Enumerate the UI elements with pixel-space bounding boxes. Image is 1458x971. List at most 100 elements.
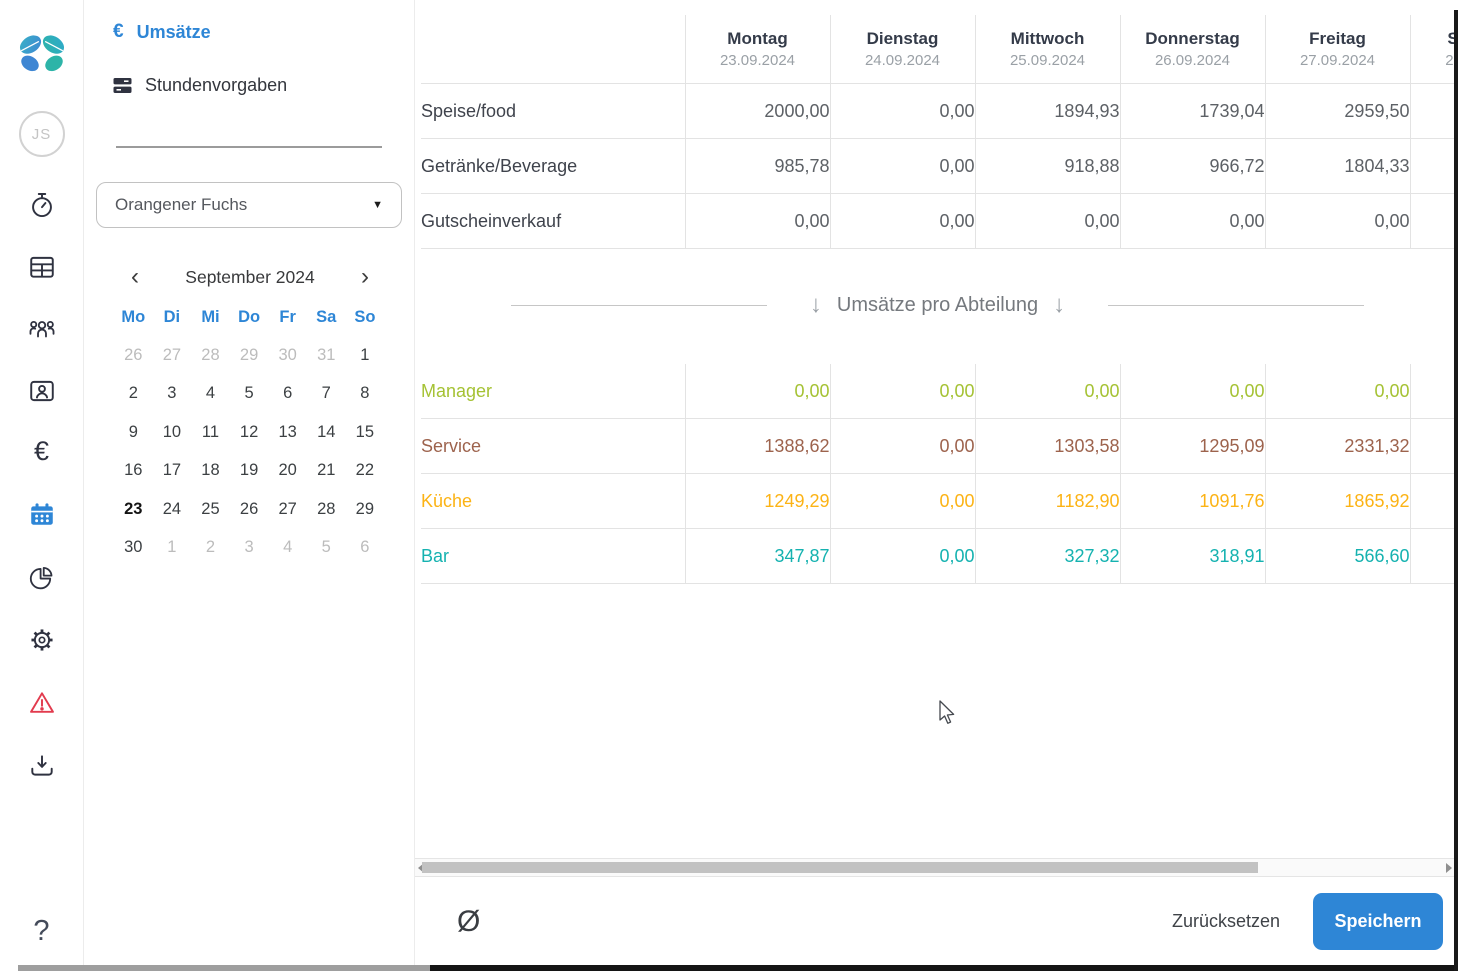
calendar-day[interactable]: 11 — [191, 413, 230, 452]
value-cell[interactable]: 0,00 — [829, 193, 975, 249]
value-cell[interactable]: 1249,29 — [684, 473, 830, 529]
calendar-day[interactable]: 29 — [230, 336, 269, 375]
calendar-day[interactable]: 10 — [153, 413, 192, 452]
calendar-day[interactable]: 16 — [114, 452, 153, 491]
value-cell[interactable]: 0,00 — [684, 193, 830, 249]
calendar-day[interactable]: 15 — [346, 413, 385, 452]
calendar-day[interactable]: 6 — [346, 529, 385, 568]
calendar-day[interactable]: 2 — [114, 375, 153, 414]
calendar-day[interactable]: 21 — [307, 452, 346, 491]
calendar-day[interactable]: 30 — [268, 336, 307, 375]
value-cell[interactable]: 1182,90 — [974, 473, 1120, 529]
calendar-day[interactable]: 8 — [346, 375, 385, 414]
calendar-day-selected[interactable]: 23 — [114, 490, 153, 529]
calendar-day[interactable]: 13 — [268, 413, 307, 452]
user-avatar[interactable]: JS — [18, 111, 65, 157]
value-cell[interactable]: 0,00 — [1264, 193, 1410, 249]
value-cell[interactable]: 1739,04 — [1119, 83, 1265, 139]
value-cell[interactable]: 0,00 — [829, 528, 975, 584]
calendar-day[interactable]: 24 — [153, 490, 192, 529]
value-cell[interactable] — [1409, 473, 1454, 529]
calendar-next-button[interactable]: › — [354, 265, 376, 289]
calendar-day[interactable]: 28 — [307, 490, 346, 529]
calendar-day[interactable]: 17 — [153, 452, 192, 491]
calendar-day[interactable]: 12 — [230, 413, 269, 452]
value-cell[interactable]: 2331,32 — [1264, 418, 1410, 474]
calendar-day[interactable]: 4 — [268, 529, 307, 568]
value-cell[interactable] — [1409, 83, 1454, 139]
value-cell[interactable]: 1388,62 — [684, 418, 830, 474]
sidebar-item-employees[interactable] — [28, 377, 56, 405]
calendar-day[interactable]: 1 — [153, 529, 192, 568]
calendar-day[interactable]: 7 — [307, 375, 346, 414]
calendar-day[interactable]: 29 — [346, 490, 385, 529]
value-cell[interactable]: 1303,58 — [974, 418, 1120, 474]
calendar-day[interactable]: 14 — [307, 413, 346, 452]
calendar-day[interactable]: 28 — [191, 336, 230, 375]
calendar-day[interactable]: 4 — [191, 375, 230, 414]
sidebar-item-warnings[interactable] — [28, 689, 56, 717]
value-cell[interactable]: 0,00 — [1119, 364, 1265, 419]
value-cell[interactable]: 566,60 — [1264, 528, 1410, 584]
sidebar-item-team[interactable] — [28, 315, 56, 343]
value-cell[interactable]: 985,78 — [684, 138, 830, 194]
calendar-day[interactable]: 31 — [307, 336, 346, 375]
value-cell[interactable]: 0,00 — [829, 473, 975, 529]
value-cell[interactable] — [1409, 528, 1454, 584]
value-cell[interactable] — [1409, 193, 1454, 249]
sidebar-item-downloads[interactable] — [28, 752, 56, 780]
calendar-day[interactable]: 3 — [153, 375, 192, 414]
help-button[interactable]: ? — [33, 915, 49, 948]
value-cell[interactable]: 1295,09 — [1119, 418, 1265, 474]
value-cell[interactable] — [1409, 364, 1454, 419]
value-cell[interactable]: 918,88 — [974, 138, 1120, 194]
calendar-day[interactable]: 30 — [114, 529, 153, 568]
value-cell[interactable] — [1409, 418, 1454, 474]
value-cell[interactable]: 0,00 — [829, 83, 975, 139]
value-cell[interactable]: 0,00 — [684, 364, 830, 419]
sidebar-item-reports[interactable] — [28, 564, 56, 592]
calendar-day[interactable]: 5 — [230, 375, 269, 414]
value-cell[interactable]: 0,00 — [1264, 364, 1410, 419]
value-cell[interactable]: 0,00 — [974, 193, 1120, 249]
value-cell[interactable]: 1865,92 — [1264, 473, 1410, 529]
app-logo[interactable] — [18, 31, 66, 79]
calendar-day[interactable]: 22 — [346, 452, 385, 491]
sidebar-item-settings[interactable] — [28, 626, 56, 654]
value-cell[interactable] — [1409, 138, 1454, 194]
calendar-day[interactable]: 6 — [268, 375, 307, 414]
calendar-day[interactable]: 27 — [153, 336, 192, 375]
value-cell[interactable]: 1804,33 — [1264, 138, 1410, 194]
calendar-day[interactable]: 26 — [230, 490, 269, 529]
value-cell[interactable]: 2959,50 — [1264, 83, 1410, 139]
calendar-day[interactable]: 5 — [307, 529, 346, 568]
reset-button[interactable]: Zurücksetzen — [1166, 910, 1286, 933]
sidebar-item-payroll[interactable]: € — [34, 438, 49, 465]
value-cell[interactable]: 347,87 — [684, 528, 830, 584]
horizontal-scrollbar[interactable] — [415, 858, 1458, 877]
value-cell[interactable]: 0,00 — [829, 418, 975, 474]
value-cell[interactable]: 0,00 — [829, 138, 975, 194]
calendar-day[interactable]: 25 — [191, 490, 230, 529]
calendar-day[interactable]: 18 — [191, 452, 230, 491]
calendar-day[interactable]: 27 — [268, 490, 307, 529]
calendar-day[interactable]: 9 — [114, 413, 153, 452]
scrollbar-right-arrow[interactable] — [1446, 863, 1452, 873]
team-select-dropdown[interactable]: Orangener Fuchs ▼ — [96, 182, 402, 228]
value-cell[interactable]: 0,00 — [1119, 193, 1265, 249]
calendar-day[interactable]: 2 — [191, 529, 230, 568]
nav-item-umsaetze[interactable]: € Umsätze — [113, 21, 211, 43]
value-cell[interactable]: 2000,00 — [684, 83, 830, 139]
value-cell[interactable]: 0,00 — [829, 364, 975, 419]
calendar-prev-button[interactable]: ‹ — [124, 265, 146, 289]
average-button[interactable]: Ø — [457, 905, 480, 939]
value-cell[interactable]: 966,72 — [1119, 138, 1265, 194]
value-cell[interactable]: 318,91 — [1119, 528, 1265, 584]
sidebar-item-shift-plan[interactable] — [28, 253, 56, 281]
scrollbar-thumb[interactable] — [422, 862, 1258, 873]
sidebar-item-time-tracking[interactable] — [28, 191, 56, 219]
save-button[interactable]: Speichern — [1313, 893, 1443, 950]
calendar-day[interactable]: 1 — [346, 336, 385, 375]
calendar-day[interactable]: 3 — [230, 529, 269, 568]
value-cell[interactable]: 0,00 — [974, 364, 1120, 419]
